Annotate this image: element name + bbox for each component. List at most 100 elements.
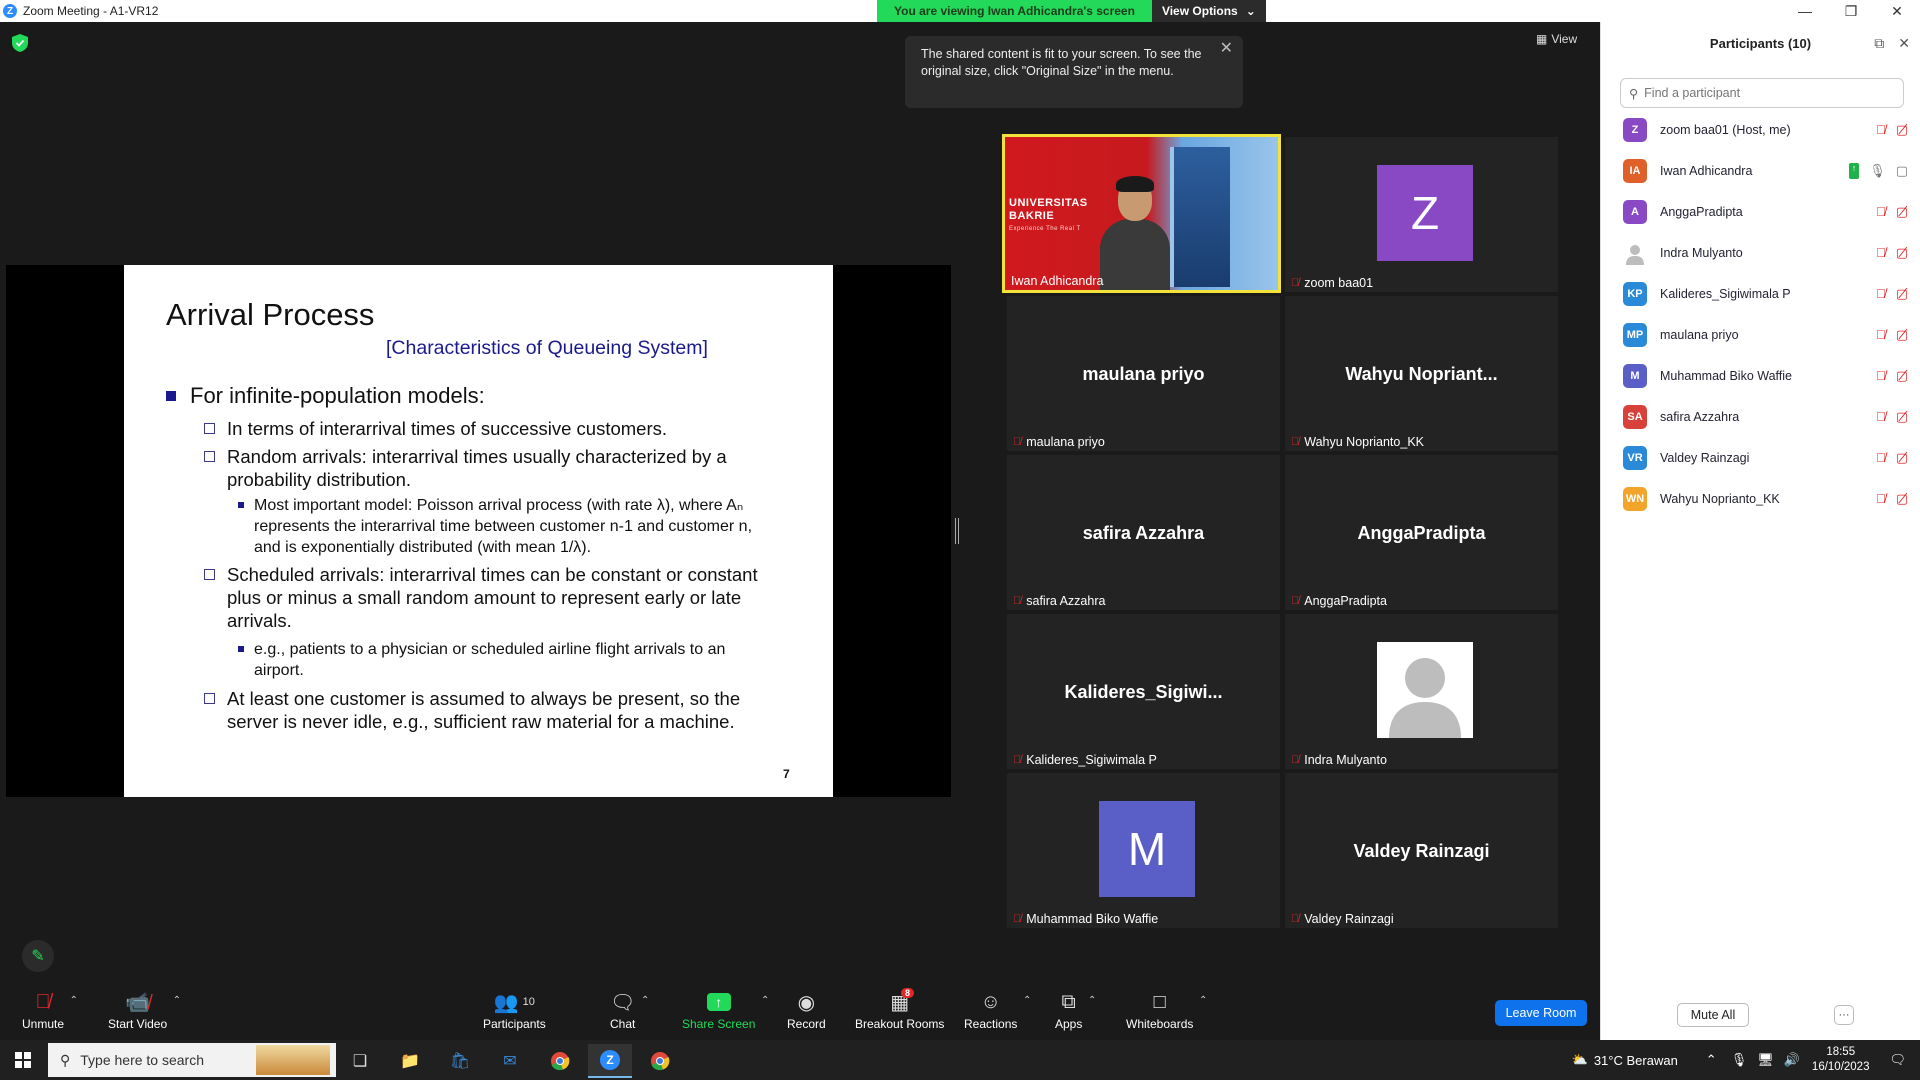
split-resize-handle[interactable] <box>955 518 959 544</box>
file-explorer-icon[interactable]: 📁 <box>388 1044 432 1078</box>
apps-button[interactable]: ⧉ Apps ⌃ <box>1055 991 1096 1032</box>
participant-row[interactable]: Indra Mulyanto 🎙̸ ▢̸ <box>1623 238 1913 268</box>
tile-name: 🎙̸ Indra Mulyanto <box>1291 753 1387 767</box>
participant-name: zoom baa01 (Host, me) <box>1660 123 1791 137</box>
view-button[interactable]: ▦ View <box>1536 32 1577 46</box>
participant-status-icons: 🎙̸ ▢̸ <box>1876 286 1908 302</box>
tile-name: 🎙̸ Wahyu Noprianto_KK <box>1291 435 1424 449</box>
participants-button[interactable]: 👥 10 Participants <box>483 991 546 1032</box>
video-off-icon: ▢̸ <box>1895 450 1908 465</box>
viewing-banner: You are viewing Iwan Adhicandra's screen… <box>877 0 1266 22</box>
bullet-text: Random arrivals: interarrival times usua… <box>227 446 727 490</box>
panel-header-icons: ⧉ ✕ <box>1874 35 1910 52</box>
shield-icon[interactable] <box>12 34 28 52</box>
view-label: View <box>1551 32 1578 46</box>
notification-icon[interactable]: 🗨 <box>1889 1052 1906 1068</box>
search-input[interactable] <box>1644 86 1885 100</box>
mute-all-button[interactable]: Mute All <box>1677 1003 1749 1027</box>
window-controls: — ❐ ✕ <box>1600 0 1920 22</box>
store-icon[interactable]: 🛍 <box>438 1044 482 1078</box>
close-panel-icon[interactable]: ✕ <box>1898 35 1910 52</box>
mail-icon[interactable]: ✉ <box>488 1044 532 1078</box>
muted-mic-icon: 🎙̸ <box>1013 754 1022 766</box>
tile-display-name: Valdey Rainzagi <box>1353 841 1490 861</box>
video-tile-active[interactable]: UNIVERSITAS BAKRIE Experience The Real T… <box>1002 134 1281 293</box>
slide-bullet: Random arrivals: interarrival times usua… <box>204 445 794 491</box>
video-tile[interactable]: Valdey Rainzagi 🎙̸ Valdey Rainzagi <box>1285 773 1558 928</box>
participant-row[interactable]: A AnggaPradipta 🎙̸ ▢̸ <box>1623 197 1913 227</box>
grid-icon: ▦ <box>1536 32 1548 46</box>
participant-search[interactable]: ⚲ <box>1620 78 1904 108</box>
tile-display-name: Kalideres_Sigiwi... <box>1064 682 1223 702</box>
video-tile[interactable]: safira Azzahra 🎙̸ safira Azzahra <box>1007 455 1280 610</box>
participant-status-icons: 🎙̸ ▢̸ <box>1876 409 1908 425</box>
view-options-button[interactable]: View Options ⌄ <box>1151 0 1266 22</box>
close-tooltip-icon[interactable]: ✕ <box>1220 40 1233 57</box>
tile-name: 🎙̸ zoom baa01 <box>1291 276 1374 290</box>
participant-name: Valdey Rainzagi <box>1660 451 1750 465</box>
participant-row[interactable]: IA Iwan Adhicandra ↑ 🎙 ▢ <box>1623 156 1913 186</box>
bullet-text: At least one customer is assumed to alwa… <box>227 688 741 732</box>
caret-up-icon: ⌃ <box>1022 995 1032 1006</box>
weather-icon[interactable]: ⛅ <box>1572 1052 1588 1068</box>
volume-icon[interactable]: 🔊 <box>1784 1052 1800 1068</box>
participant-row[interactable]: SA safira Azzahra 🎙̸ ▢̸ <box>1623 402 1913 432</box>
participant-avatar: MP <box>1623 323 1647 347</box>
video-off-icon: ▢̸ <box>1895 368 1908 383</box>
participant-row[interactable]: Zzoom baa01 (Host, me) 🎙̸ ▢̸ <box>1623 115 1913 145</box>
chrome-icon[interactable] <box>638 1044 682 1078</box>
unmute-button[interactable]: 🎙̸ Unmute ⌃ <box>22 991 78 1032</box>
video-tile[interactable]: Z 🎙̸ zoom baa01 <box>1285 137 1558 292</box>
slide-page-number: 7 <box>783 767 790 781</box>
video-tile[interactable]: AnggaPradipta 🎙̸ AnggaPradipta <box>1285 455 1558 610</box>
restore-icon[interactable]: ❐ <box>1828 0 1874 22</box>
mic-icon[interactable]: 🎙 <box>1731 1052 1748 1068</box>
video-off-icon: ▢̸ <box>1895 245 1908 260</box>
minimize-icon[interactable]: — <box>1782 0 1828 22</box>
video-overlay-text: UNIVERSITAS BAKRIE Experience The Real T <box>1009 197 1088 232</box>
participant-status-icons: 🎙̸ ▢̸ <box>1876 327 1908 343</box>
zoom-app-icon[interactable]: Z <box>588 1044 632 1078</box>
zoom-logo-icon: Z <box>3 4 17 18</box>
more-options-button[interactable]: ··· <box>1834 1005 1854 1025</box>
task-view-icon[interactable]: ❏ <box>338 1044 382 1078</box>
pop-out-icon[interactable]: ⧉ <box>1874 35 1884 52</box>
record-button[interactable]: ◉ Record <box>787 991 826 1032</box>
participant-row[interactable]: WN Wahyu Noprianto_KK 🎙̸ ▢̸ <box>1623 484 1913 514</box>
network-icon[interactable]: 🖥 <box>1757 1052 1774 1068</box>
video-tile[interactable]: maulana priyo 🎙̸ maulana priyo <box>1007 296 1280 451</box>
close-icon[interactable]: ✕ <box>1874 0 1920 22</box>
participant-row[interactable]: VR Valdey Rainzagi 🎙̸ ▢̸ <box>1623 443 1913 473</box>
video-tile[interactable]: 🎙̸ Indra Mulyanto <box>1285 614 1558 769</box>
video-tile[interactable]: M 🎙̸ Muhammad Biko Waffie <box>1007 773 1280 928</box>
taskbar-search[interactable]: ⚲ Type here to search <box>48 1043 336 1077</box>
chrome-icon[interactable] <box>538 1044 582 1078</box>
video-tile[interactable]: Wahyu Nopriant... 🎙̸ Wahyu Noprianto_KK <box>1285 296 1558 451</box>
slide-title: Arrival Process <box>166 297 375 332</box>
caret-up-icon: ⌃ <box>172 995 182 1006</box>
weather-text[interactable]: 31°C Berawan <box>1594 1053 1678 1068</box>
muted-mic-icon: 🎙̸ <box>1875 245 1886 260</box>
chat-button[interactable]: 🗨 Chat ⌃ <box>610 991 649 1032</box>
tile-name: 🎙̸ AnggaPradipta <box>1291 594 1387 608</box>
start-video-button[interactable]: 📹̸ Start Video ⌃ <box>108 991 181 1032</box>
clock[interactable]: 18:55 16/10/2023 <box>1812 1045 1870 1075</box>
reactions-button[interactable]: ☺ Reactions ⌃ <box>964 991 1031 1032</box>
video-tile[interactable]: Kalideres_Sigiwi... 🎙̸ Kalideres_Sigiwima… <box>1007 614 1280 769</box>
participant-status-icons: 🎙̸ ▢̸ <box>1876 491 1908 507</box>
chevron-up-icon[interactable]: ⌃ <box>1706 1052 1717 1068</box>
annotate-pen-icon[interactable]: ✎ <box>22 940 54 972</box>
video-off-icon: ▢̸ <box>1895 327 1908 342</box>
whiteboards-button[interactable]: □ Whiteboards ⌃ <box>1126 991 1207 1032</box>
participant-row[interactable]: MP maulana priyo 🎙̸ ▢̸ <box>1623 320 1913 350</box>
view-options-label: View Options <box>1161 4 1238 18</box>
windows-start-icon[interactable] <box>0 1040 46 1080</box>
leave-room-button[interactable]: Leave Room <box>1495 1000 1587 1026</box>
share-screen-button[interactable]: ↑ Share Screen ⌃ <box>682 991 769 1031</box>
participant-avatar: WN <box>1623 487 1647 511</box>
participant-row[interactable]: M Muhammad Biko Waffie 🎙̸ ▢̸ <box>1623 361 1913 391</box>
participant-row[interactable]: KP Kalideres_Sigiwimala P 🎙̸ ▢̸ <box>1623 279 1913 309</box>
breakout-rooms-button[interactable]: ▦ 8 Breakout Rooms <box>855 988 944 1031</box>
slide-subbullet: e.g., patients to a physician or schedul… <box>238 639 778 681</box>
participant-status-icons: 🎙̸ ▢̸ <box>1876 450 1908 466</box>
